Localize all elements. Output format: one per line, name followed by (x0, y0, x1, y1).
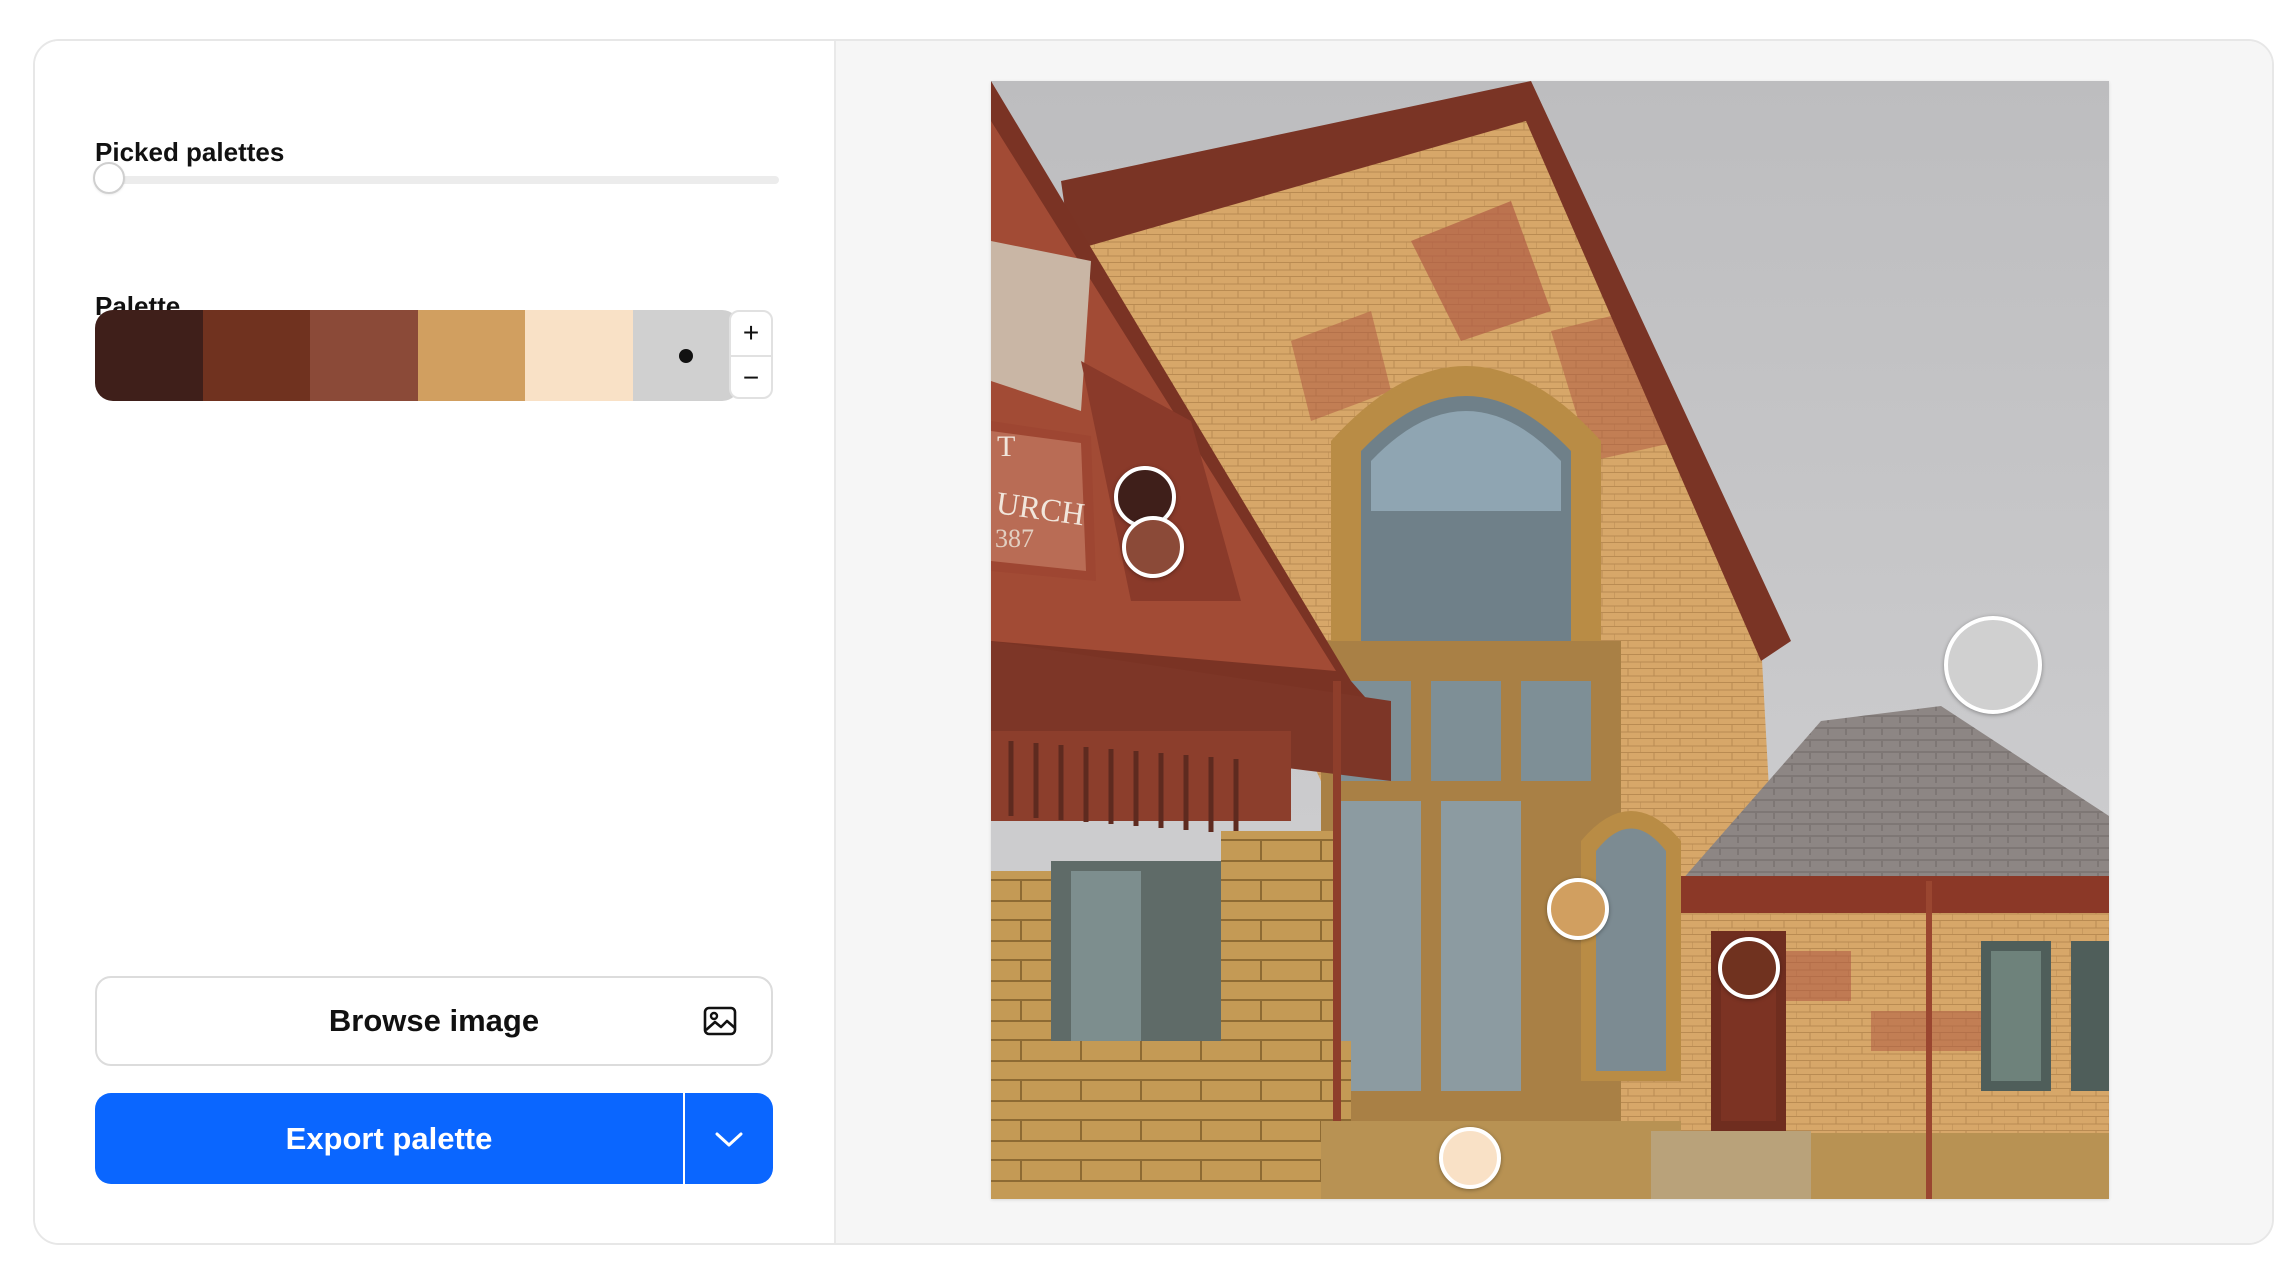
sample-marker-5[interactable] (1439, 1127, 1501, 1189)
export-options-dropdown[interactable] (685, 1093, 773, 1184)
sample-marker-3[interactable] (1122, 516, 1184, 578)
sample-marker-6[interactable] (1944, 616, 2042, 714)
palette-swatch-6[interactable] (632, 310, 740, 401)
palette-swatch-2[interactable] (202, 310, 310, 401)
controls-panel: Picked palettes Palette + − Browse image (35, 41, 834, 1243)
export-palette-label: Export palette (285, 1120, 493, 1156)
palette-strip (95, 310, 740, 401)
sample-marker-4[interactable] (1547, 878, 1609, 940)
image-panel: T URCH 387 (834, 41, 2272, 1243)
palette-swatch-1[interactable] (95, 310, 203, 401)
export-palette-button[interactable]: Export palette (95, 1093, 683, 1184)
remove-color-button[interactable]: − (731, 354, 771, 398)
palette-swatch-5[interactable] (525, 310, 633, 401)
chevron-down-icon (715, 1132, 743, 1146)
palette-size-stepper: + − (729, 310, 773, 399)
picked-palettes-slider-track[interactable] (119, 176, 779, 184)
palette-swatch-4[interactable] (417, 310, 525, 401)
palette-generator-card: Picked palettes Palette + − Browse image (33, 39, 2274, 1245)
palette-swatch-3[interactable] (310, 310, 418, 401)
sample-marker-2[interactable] (1718, 937, 1780, 999)
browse-image-button[interactable]: Browse image (95, 976, 773, 1066)
picked-palettes-slider-thumb[interactable] (93, 162, 125, 194)
source-image[interactable]: T URCH 387 (991, 81, 2109, 1199)
image-icon (703, 1006, 737, 1036)
add-color-button[interactable]: + (731, 312, 771, 355)
sign-text: T (997, 430, 1015, 463)
selected-swatch-indicator (679, 348, 694, 363)
picked-palettes-label: Picked palettes (95, 137, 285, 167)
church-photo: T URCH 387 (991, 81, 2109, 1199)
browse-image-label: Browse image (328, 1003, 540, 1038)
svg-text:387: 387 (995, 524, 1034, 553)
